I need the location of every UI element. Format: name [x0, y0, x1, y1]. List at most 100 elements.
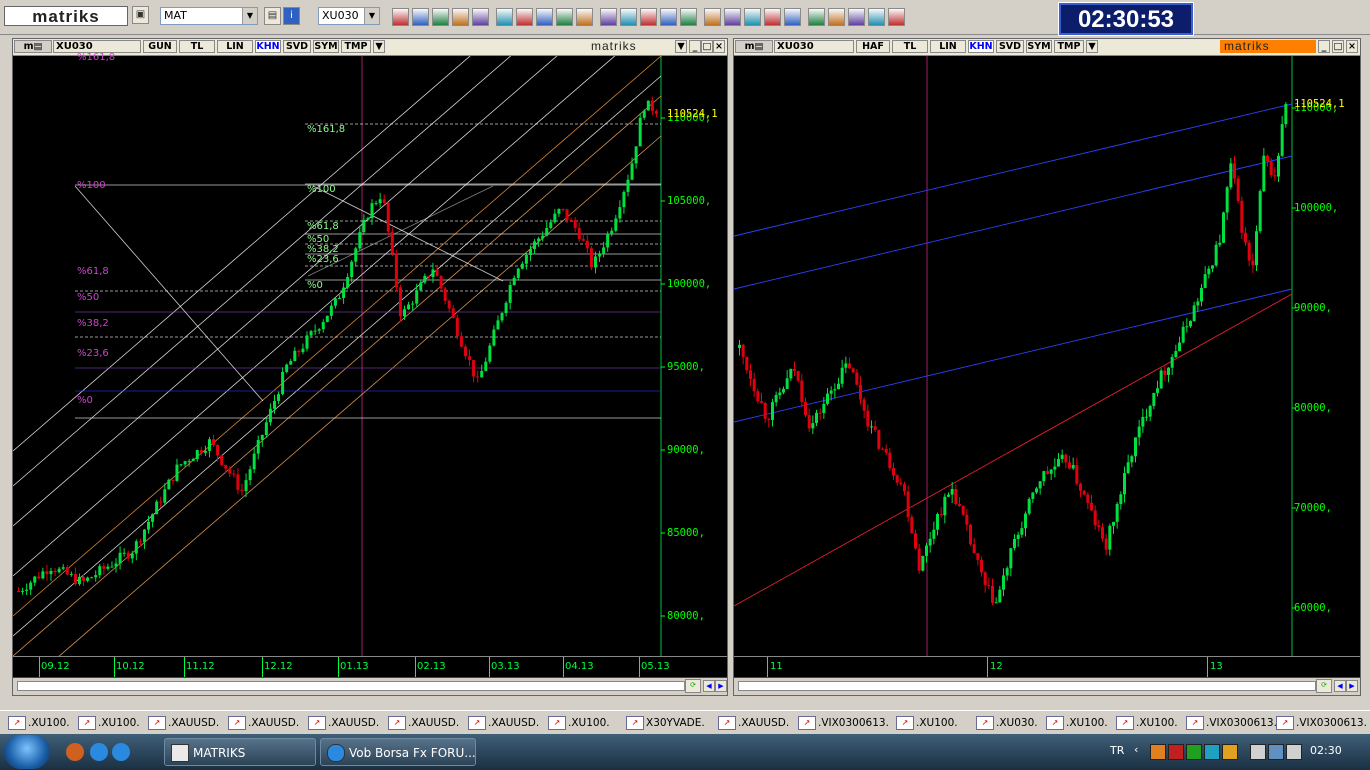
bars-icon[interactable]: [680, 8, 697, 26]
left-horizontal-scrollbar[interactable]: [17, 681, 685, 691]
chart-tab-khn[interactable]: KHN: [255, 40, 281, 53]
pen-icon[interactable]: [764, 8, 781, 26]
chevron-down-icon[interactable]: ▼: [1086, 40, 1098, 53]
scroll-right-icon[interactable]: ▶: [1346, 680, 1358, 692]
pointer-icon[interactable]: [392, 8, 409, 26]
speaker-icon[interactable]: [1286, 744, 1302, 760]
chart-tab-tl[interactable]: TL: [179, 40, 215, 53]
info-icon[interactable]: i: [283, 7, 300, 25]
refresh-icon[interactable]: ⟳: [1316, 679, 1332, 693]
internet-explorer-icon[interactable]: [90, 743, 108, 761]
window-icon[interactable]: [704, 8, 721, 26]
chevron-down-icon[interactable]: ▼: [364, 8, 379, 24]
refresh-icon[interactable]: ⟳: [685, 679, 701, 693]
minimize-icon[interactable]: _: [689, 40, 701, 53]
window-tab[interactable]: ↗ .XU100.: [78, 715, 140, 731]
window-tab[interactable]: ↗ .XU100.: [1046, 715, 1108, 731]
refresh2-icon[interactable]: [888, 8, 905, 26]
flag-icon[interactable]: [1250, 744, 1266, 760]
tray-app-icon[interactable]: [1150, 744, 1166, 760]
chart-tab-lin[interactable]: LIN: [217, 40, 253, 53]
window-tab[interactable]: ↗ .XAUUSD.: [308, 715, 379, 731]
window-tab[interactable]: ↗ .XAUUSD.: [468, 715, 539, 731]
chart-tab-sym[interactable]: SYM: [313, 40, 339, 53]
window-tab[interactable]: ↗ .XU030.: [976, 715, 1038, 731]
taskbar-clock[interactable]: 02:30: [1310, 744, 1342, 757]
chart-tab-haf[interactable]: HAF: [856, 40, 890, 53]
window-tab[interactable]: ↗ .XU100.: [8, 715, 70, 731]
left-chart-plot[interactable]: %161,8 %100 %61,8 %50 %38,2 %23,6 %0 %161,8 %100…: [13, 52, 727, 659]
chevron-down-icon[interactable]: ▼: [242, 8, 257, 24]
tray-app-icon[interactable]: [1222, 744, 1238, 760]
right-chart-plot[interactable]: 110000, 100000, 90000, 80000, 70000, 60000, 1…: [734, 56, 1360, 659]
chevron-down-icon[interactable]: ▼: [675, 40, 687, 53]
layout-icon[interactable]: [784, 8, 801, 26]
network-icon[interactable]: [600, 8, 617, 26]
message-icon[interactable]: [868, 8, 885, 26]
maximize-icon[interactable]: □: [701, 40, 713, 53]
window-tab[interactable]: ↗ .XAUUSD.: [388, 715, 459, 731]
chart-tab-tmp[interactable]: TMP: [1054, 40, 1084, 53]
window-tab[interactable]: ↗ .XAUUSD.: [718, 715, 789, 731]
window-tab[interactable]: ↗ X30YVADE.: [626, 715, 705, 731]
chevron-down-icon[interactable]: ▼: [373, 40, 385, 53]
chart-tab-lin[interactable]: LIN: [930, 40, 966, 53]
symbol-combo[interactable]: XU030 ▼: [318, 7, 380, 25]
refresh-icon[interactable]: [496, 8, 513, 26]
home-icon[interactable]: [516, 8, 533, 26]
scroll-left-icon[interactable]: ◀: [703, 680, 715, 692]
language-indicator[interactable]: TR: [1110, 744, 1124, 757]
window-tab[interactable]: ↗ .XU100.: [548, 715, 610, 731]
eye-icon[interactable]: [640, 8, 657, 26]
window-menu-icon[interactable]: m▤: [735, 40, 773, 53]
window-tab[interactable]: ↗ .XAUUSD.: [148, 715, 219, 731]
maximize-icon[interactable]: □: [1332, 40, 1344, 53]
folder-icon[interactable]: [66, 743, 84, 761]
chart-icon[interactable]: [412, 8, 429, 26]
update-icon[interactable]: [1204, 744, 1220, 760]
letter-b-icon[interactable]: [536, 8, 553, 26]
close-icon[interactable]: ×: [1346, 40, 1358, 53]
chart-tab-gun[interactable]: GUN: [143, 40, 177, 53]
taskbar-item-matriks[interactable]: MATRIKS: [164, 738, 316, 766]
m-logo-icon[interactable]: [620, 8, 637, 26]
chart-tab-khn[interactable]: KHN: [968, 40, 994, 53]
window-tab[interactable]: ↗ .XU100.: [1116, 715, 1178, 731]
scroll-right-icon[interactable]: ▶: [715, 680, 727, 692]
right-horizontal-scrollbar[interactable]: [738, 681, 1316, 691]
chevron-left-icon[interactable]: ‹: [1134, 743, 1138, 756]
chat-icon[interactable]: [744, 8, 761, 26]
print-icon[interactable]: [848, 8, 865, 26]
close-icon[interactable]: ×: [713, 40, 725, 53]
network-icon[interactable]: [1268, 744, 1284, 760]
monitor-icon[interactable]: [808, 8, 825, 26]
minimize-icon[interactable]: _: [1318, 40, 1330, 53]
window-tab[interactable]: ↗ .VIX0300613.: [1186, 715, 1277, 731]
window-tab[interactable]: ↗ .VIX0300613.: [798, 715, 889, 731]
letter-a-icon[interactable]: [556, 8, 573, 26]
taskbar-item-browser[interactable]: Vob Borsa Fx FORU...: [320, 738, 476, 766]
security-icon[interactable]: [1186, 744, 1202, 760]
workspace-combo[interactable]: MAT ▼: [160, 7, 258, 25]
chart-tab-tmp[interactable]: TMP: [341, 40, 371, 53]
window-tab[interactable]: ↗ .XAUUSD.: [228, 715, 299, 731]
clock-icon[interactable]: [472, 8, 489, 26]
chart-tab-sym[interactable]: SYM: [1026, 40, 1052, 53]
letter-u-icon[interactable]: [576, 8, 593, 26]
window-menu-icon[interactable]: m▤: [14, 40, 52, 53]
chart-tab-svd[interactable]: SVD: [283, 40, 311, 53]
mail-icon[interactable]: [828, 8, 845, 26]
start-button[interactable]: [4, 735, 50, 769]
chart-tab-tl[interactable]: TL: [892, 40, 928, 53]
globe-icon[interactable]: [432, 8, 449, 26]
money-icon[interactable]: [660, 8, 677, 26]
page-icon[interactable]: ▤: [264, 7, 281, 25]
note-icon[interactable]: [724, 8, 741, 26]
window-tab[interactable]: ↗ .XU100.: [896, 715, 958, 731]
chart-tab-svd[interactable]: SVD: [996, 40, 1024, 53]
save-icon[interactable]: ▣: [132, 6, 149, 24]
swap-icon[interactable]: [452, 8, 469, 26]
scroll-left-icon[interactable]: ◀: [1334, 680, 1346, 692]
pdf-icon[interactable]: [1168, 744, 1184, 760]
window-tab[interactable]: ↗ .VIX0300613.: [1276, 715, 1367, 731]
